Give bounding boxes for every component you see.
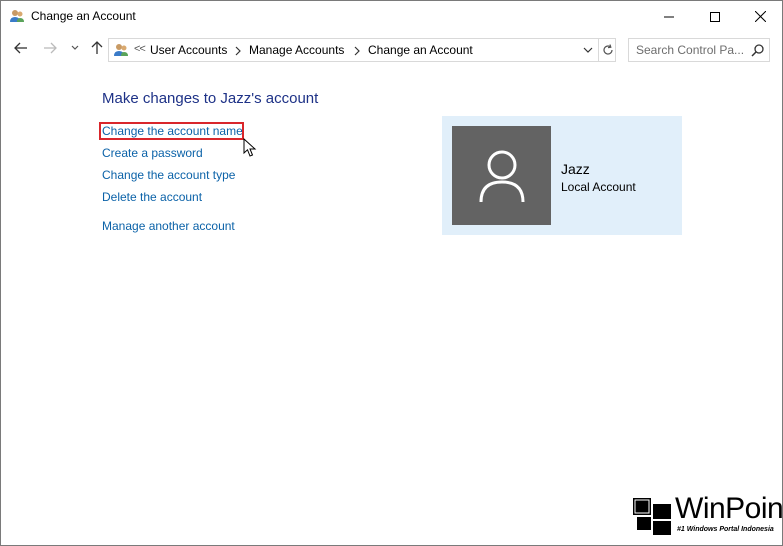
page-title: Make changes to Jazz's account — [102, 90, 319, 107]
close-icon — [754, 11, 766, 22]
forward-button[interactable] — [40, 38, 60, 58]
recent-locations-button[interactable] — [65, 38, 85, 58]
user-accounts-icon — [9, 8, 25, 24]
search-placeholder: Search Control Pa... — [636, 43, 745, 57]
window-title: Change an Account — [31, 9, 136, 23]
chevron-down-icon — [71, 45, 79, 50]
chevron-down-icon — [583, 47, 593, 53]
arrow-right-icon — [44, 42, 57, 54]
account-card: Jazz Local Account — [442, 116, 682, 235]
user-accounts-icon — [113, 42, 129, 58]
up-button[interactable] — [87, 38, 107, 58]
breadcrumb-user-accounts[interactable]: User Accounts — [150, 43, 227, 57]
address-bar[interactable]: << User Accounts Manage Accounts Change … — [108, 38, 616, 62]
account-name: Jazz — [561, 161, 590, 177]
search-input[interactable]: Search Control Pa... — [628, 38, 770, 62]
search-icon[interactable] — [751, 43, 765, 57]
close-button[interactable] — [737, 1, 783, 32]
breadcrumb-manage-accounts[interactable]: Manage Accounts — [249, 43, 344, 57]
delete-account-link[interactable]: Delete the account — [102, 190, 202, 204]
user-silhouette-icon — [479, 150, 524, 202]
arrow-up-icon — [91, 41, 103, 54]
manage-another-account-link[interactable]: Manage another account — [102, 219, 235, 233]
watermark-tagline: #1 Windows Portal Indonesia — [677, 526, 774, 533]
refresh-icon — [602, 44, 613, 55]
chevron-right-icon[interactable] — [353, 44, 361, 56]
back-button[interactable] — [11, 38, 31, 58]
minimize-icon — [664, 16, 674, 17]
maximize-button[interactable] — [692, 1, 738, 32]
breadcrumb-change-an-account[interactable]: Change an Account — [368, 43, 473, 57]
change-account-type-link[interactable]: Change the account type — [102, 168, 235, 182]
control-panel-window: Change an Account << User Accounts Manag… — [0, 0, 783, 546]
avatar — [452, 126, 551, 225]
maximize-icon — [710, 11, 720, 22]
highlight-annotation — [99, 122, 244, 140]
account-type: Local Account — [561, 180, 636, 194]
refresh-button[interactable] — [598, 39, 616, 61]
watermark: WinPoin #1 Windows Portal Indonesia — [633, 492, 783, 539]
navigation-bar: << User Accounts Manage Accounts Change … — [1, 32, 782, 66]
winpoin-logo-icon — [633, 498, 673, 536]
arrow-left-icon — [14, 42, 27, 54]
mouse-pointer-icon — [243, 137, 257, 158]
watermark-brand: WinPoin — [675, 492, 783, 525]
chevron-right-icon[interactable] — [234, 44, 242, 56]
title-bar: Change an Account — [1, 1, 782, 32]
breadcrumb-overflow[interactable]: << — [134, 43, 146, 55]
create-password-link[interactable]: Create a password — [102, 146, 203, 160]
address-dropdown-button[interactable] — [579, 40, 597, 60]
minimize-button[interactable] — [646, 1, 692, 32]
